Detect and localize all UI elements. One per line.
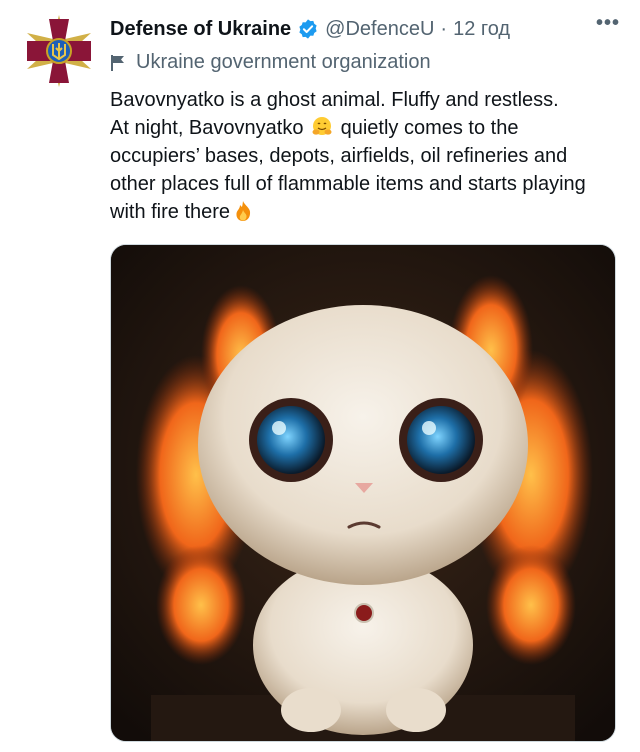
fire-emoji xyxy=(236,201,251,221)
flag-icon xyxy=(111,54,124,71)
tweet-header: Defense of Ukraine @DefenceU · 12 год ••… xyxy=(110,12,620,44)
timestamp[interactable]: 12 год xyxy=(453,18,510,41)
tweet-text-line: occupiers’ bases, depots, airfields, oil… xyxy=(110,145,568,167)
tweet-text-line: Bavovnyatko is a ghost animal. Fluffy an… xyxy=(110,89,559,111)
tweet-text-segment: with fire there xyxy=(110,201,231,223)
author-name[interactable]: Defense of Ukraine xyxy=(110,18,291,41)
tweet-text-line: other places full of flammable items and… xyxy=(110,173,586,195)
avatar[interactable] xyxy=(21,13,97,89)
verified-badge-icon xyxy=(299,19,317,39)
tweet-text: Bavovnyatko is a ghost animal. Fluffy an… xyxy=(110,86,620,226)
tweet-image[interactable] xyxy=(110,244,616,742)
hugging-face-emoji xyxy=(312,117,332,135)
author-handle[interactable]: @DefenceU xyxy=(325,18,434,41)
account-label-text: Ukraine government organization xyxy=(136,51,431,73)
image-illustration xyxy=(111,245,615,741)
account-label[interactable]: Ukraine government organization xyxy=(110,51,431,74)
tweet-text-segment: quietly comes to the xyxy=(340,117,519,139)
tweet-text-line: with fire there xyxy=(110,198,620,226)
more-options-button[interactable]: ••• xyxy=(596,12,620,35)
separator-dot: · xyxy=(440,17,448,40)
tweet-text-segment: At night, Bavovnyatko xyxy=(110,117,304,139)
tweet-text-line: At night, Bavovnyatko quietly comes to t… xyxy=(110,114,620,142)
